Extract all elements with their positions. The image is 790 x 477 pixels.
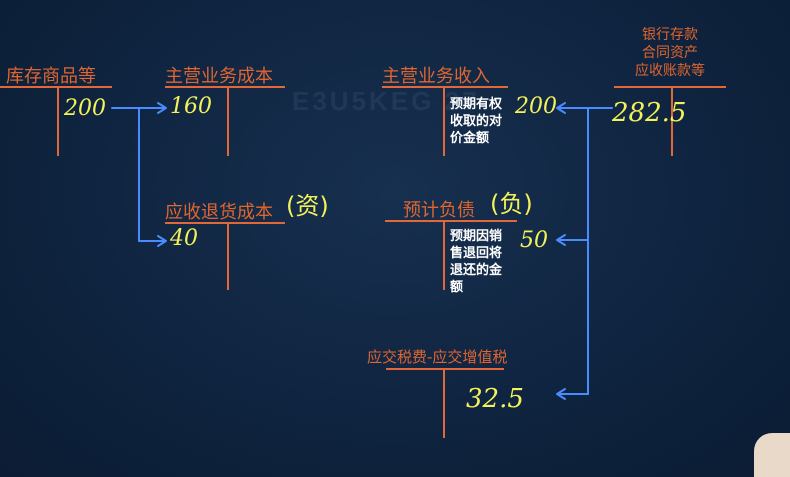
presenter-hand [754, 433, 790, 477]
entry-arrows [111, 102, 613, 400]
arrow-inventory-to-returns-cost [138, 107, 166, 242]
blackboard: E3U5KEG 27 库存商品等 200 主营业务成本 160 应收退货成本 (… [0, 0, 790, 477]
